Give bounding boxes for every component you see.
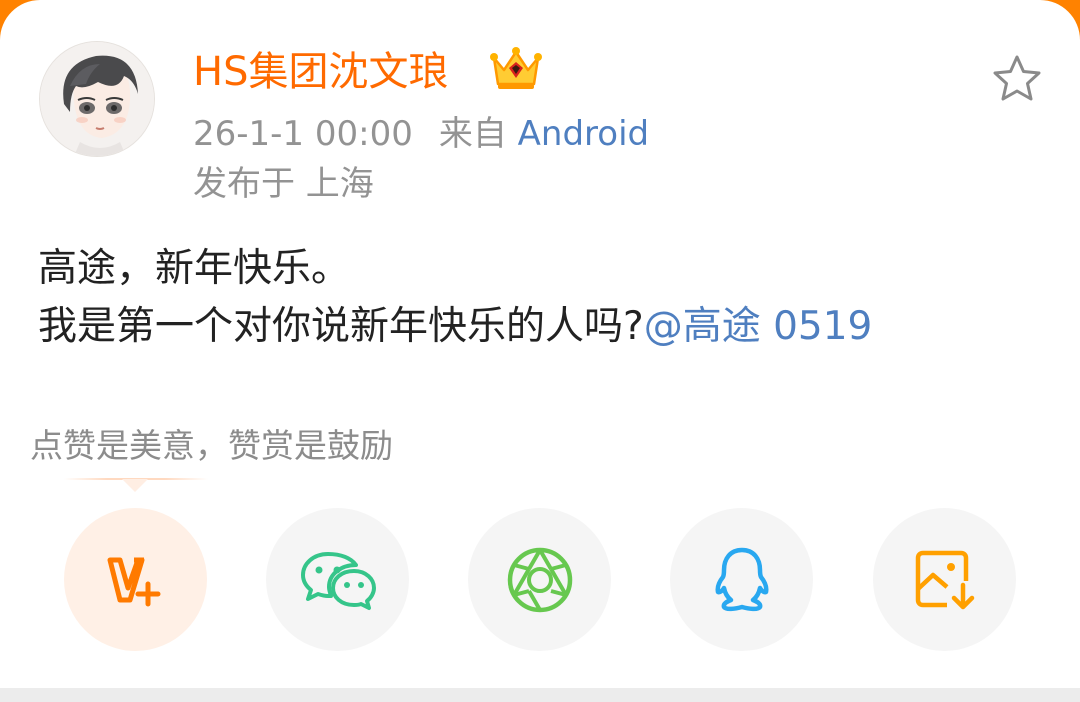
favorite-star-icon[interactable] bbox=[990, 52, 1044, 106]
share-save-image-button[interactable] bbox=[873, 508, 1016, 651]
source-prefix: 来自 bbox=[438, 114, 507, 154]
post-location: 发布于 上海 bbox=[193, 164, 374, 204]
post-content: 高途，新年快乐。 我是第一个对你说新年快乐的人吗?@高途 0519 bbox=[38, 240, 872, 356]
share-moments-button[interactable] bbox=[468, 508, 611, 651]
share-vplus-button[interactable] bbox=[64, 508, 207, 651]
avatar-illustration bbox=[40, 42, 154, 156]
post-source-link[interactable]: Android bbox=[518, 114, 649, 154]
post-timestamp: 26-1-1 00:00 bbox=[193, 114, 413, 154]
reward-hint: 点赞是美意，赞赏是鼓励 bbox=[30, 426, 393, 465]
bottom-divider bbox=[0, 688, 1080, 702]
selection-pointer bbox=[122, 479, 148, 492]
post-card: HS集团沈文琅 26-1-1 00:00 来自 Android 发布于 上海 高途… bbox=[0, 0, 1080, 688]
post-text-line: 高途，新年快乐。 bbox=[38, 246, 351, 291]
username[interactable]: HS集团沈文琅 bbox=[193, 44, 448, 100]
post-text-body: 我是第一个对你说新年快乐的人吗? bbox=[38, 304, 644, 349]
user-avatar[interactable] bbox=[40, 42, 154, 156]
v-plus-icon bbox=[107, 557, 160, 606]
mention-link[interactable]: @高途 0519 bbox=[644, 304, 873, 349]
post-meta: 26-1-1 00:00 来自 Android bbox=[193, 110, 649, 158]
share-wechat-button[interactable] bbox=[266, 508, 409, 651]
save-image-icon bbox=[915, 550, 974, 609]
crown-badge-icon[interactable] bbox=[488, 44, 544, 92]
post-text-line: 我是第一个对你说新年快乐的人吗?@高途 0519 bbox=[38, 298, 872, 356]
moments-aperture-icon bbox=[507, 547, 572, 612]
wechat-icon bbox=[300, 551, 376, 610]
share-qq-button[interactable] bbox=[670, 508, 813, 651]
qq-penguin-icon bbox=[715, 547, 768, 611]
